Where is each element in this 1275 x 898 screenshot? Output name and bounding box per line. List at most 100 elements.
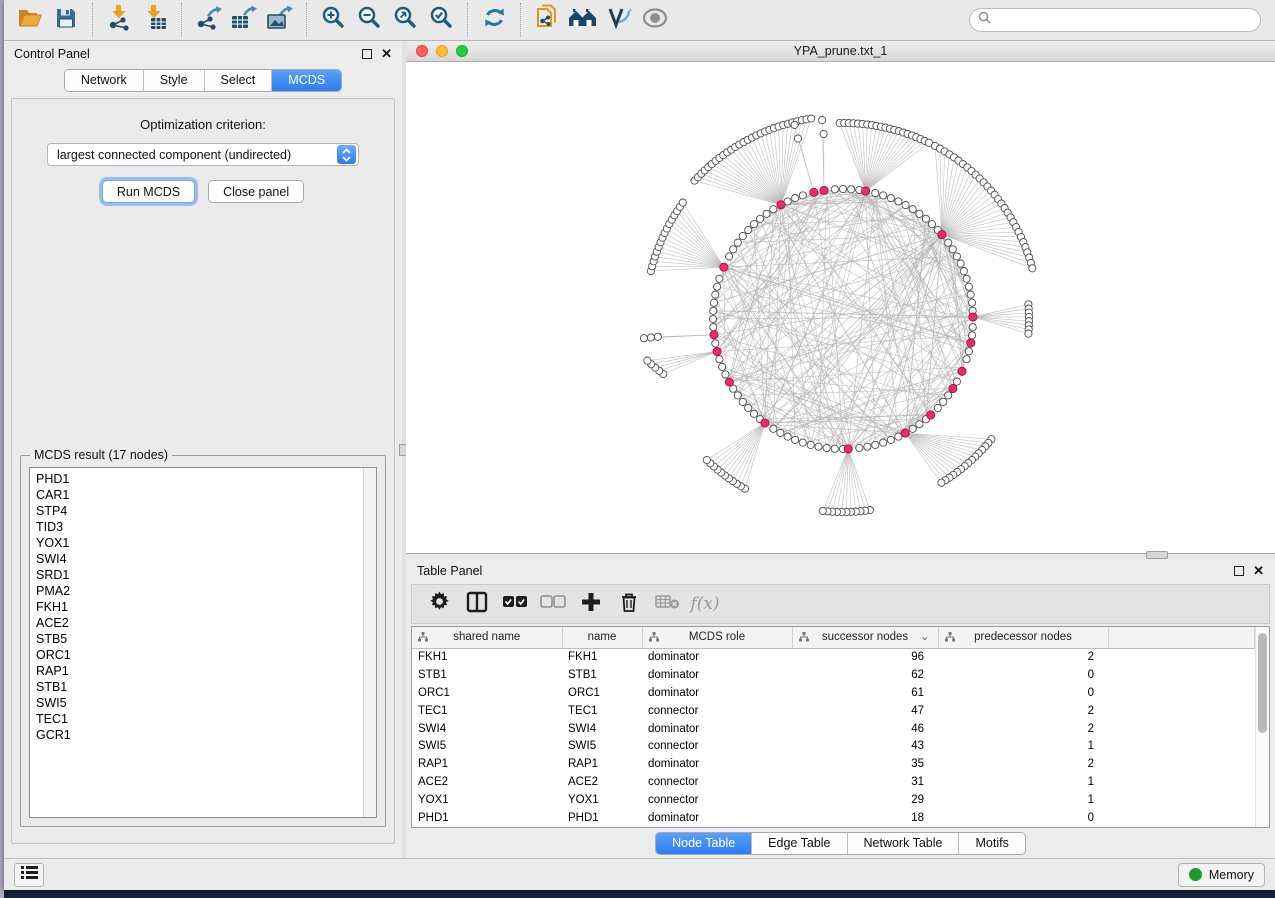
deselect-all-button[interactable]	[536, 588, 570, 620]
table-scrollbar-thumb[interactable]	[1258, 633, 1267, 733]
table-cell[interactable]: 43	[792, 737, 938, 755]
table-cell[interactable]: ORC1	[412, 684, 562, 702]
table-cell[interactable]: 2	[938, 755, 1108, 773]
mcds-result-item[interactable]: SWI5	[36, 695, 363, 711]
mcds-result-item[interactable]: RAP1	[36, 663, 363, 679]
function-builder-button[interactable]: f(x)	[688, 588, 722, 620]
table-cell[interactable]: FKH1	[562, 648, 642, 666]
mcds-result-item[interactable]: ACE2	[36, 615, 363, 631]
col-name[interactable]: name	[562, 627, 642, 648]
mcds-result-item[interactable]: TEC1	[36, 711, 363, 727]
col-predecessor-nodes[interactable]: predecessor nodes	[938, 627, 1108, 648]
table-cell[interactable]: 61	[792, 684, 938, 702]
run-mcds-button[interactable]: Run MCDS	[102, 180, 195, 203]
tab-network-table[interactable]: Network Table	[848, 833, 960, 854]
table-cell[interactable]: 2	[938, 720, 1108, 738]
close-table-panel-icon[interactable]: ✕	[1253, 566, 1264, 576]
tab-network[interactable]: Network	[65, 70, 144, 91]
table-cell[interactable]: SWI5	[562, 737, 642, 755]
table-cell[interactable]: connector	[642, 773, 792, 791]
table-cell[interactable]: RAP1	[412, 755, 562, 773]
table-row[interactable]: YOX1YOX1connector291	[412, 791, 1255, 809]
import-network-button[interactable]	[101, 3, 137, 37]
table-row[interactable]: RAP1RAP1dominator352	[412, 755, 1255, 773]
open-file-button[interactable]	[12, 3, 48, 37]
table-cell[interactable]: 62	[792, 666, 938, 684]
table-cell[interactable]: dominator	[642, 809, 792, 827]
select-all-button[interactable]	[498, 588, 532, 620]
table-cell[interactable]: connector	[642, 737, 792, 755]
float-panel-icon[interactable]	[362, 49, 372, 59]
table-cell[interactable]: 0	[938, 809, 1108, 827]
mcds-result-item[interactable]: SRD1	[36, 567, 363, 583]
memory-button[interactable]: Memory	[1178, 863, 1265, 887]
table-cell[interactable]: YOX1	[562, 791, 642, 809]
table-cell[interactable]: ORC1	[562, 684, 642, 702]
delete-table-button[interactable]	[650, 588, 684, 620]
table-cell[interactable]: dominator	[642, 648, 792, 666]
table-cell[interactable]: STB1	[412, 666, 562, 684]
table-row[interactable]: STB1STB1dominator620	[412, 666, 1255, 684]
tab-mcds[interactable]: MCDS	[272, 70, 341, 91]
tab-node-table[interactable]: Node Table	[656, 833, 752, 854]
table-cell[interactable]: STB1	[562, 666, 642, 684]
zoom-fit-button[interactable]	[387, 3, 423, 37]
table-cell[interactable]: 18	[792, 809, 938, 827]
table-cell[interactable]: ACE2	[562, 773, 642, 791]
table-row[interactable]: ORC1ORC1dominator610	[412, 684, 1255, 702]
mcds-result-item[interactable]: TID3	[36, 519, 363, 535]
table-row[interactable]: TEC1TEC1connector472	[412, 702, 1255, 720]
table-cell[interactable]: 1	[938, 737, 1108, 755]
zoom-out-button[interactable]	[351, 3, 387, 37]
mcds-result-item[interactable]: GCR1	[36, 727, 363, 743]
table-cell[interactable]: dominator	[642, 720, 792, 738]
mcds-result-item[interactable]: PMA2	[36, 583, 363, 599]
table-cell[interactable]: 29	[792, 791, 938, 809]
table-cell[interactable]: 46	[792, 720, 938, 738]
table-cell[interactable]: ACE2	[412, 773, 562, 791]
show-columns-button[interactable]	[460, 588, 494, 620]
mcds-list-scrollbar[interactable]	[363, 468, 376, 817]
tab-style[interactable]: Style	[144, 70, 205, 91]
table-cell[interactable]: PHD1	[412, 809, 562, 827]
table-row[interactable]: PHD1PHD1dominator180	[412, 809, 1255, 827]
optimization-criterion-select[interactable]: largest connected component (undirected)	[47, 143, 359, 166]
col-mcds-role[interactable]: MCDS role	[642, 627, 792, 648]
table-row[interactable]: SWI4SWI4dominator462	[412, 720, 1255, 738]
mcds-result-item[interactable]: PHD1	[36, 471, 363, 487]
network-home-button[interactable]	[565, 3, 601, 37]
table-cell[interactable]: 96	[792, 648, 938, 666]
mcds-result-item[interactable]: FKH1	[36, 599, 363, 615]
table-cell[interactable]: 1	[938, 773, 1108, 791]
table-cell[interactable]: FKH1	[412, 648, 562, 666]
mcds-result-item[interactable]: STB1	[36, 679, 363, 695]
zoom-in-button[interactable]	[315, 3, 351, 37]
mcds-result-item[interactable]: STB5	[36, 631, 363, 647]
table-cell[interactable]: PHD1	[562, 809, 642, 827]
table-cell[interactable]: YOX1	[412, 791, 562, 809]
close-panel-icon[interactable]: ✕	[381, 49, 392, 59]
table-cell[interactable]: 47	[792, 702, 938, 720]
mcds-result-item[interactable]: SWI4	[36, 551, 363, 567]
table-cell[interactable]: connector	[642, 702, 792, 720]
show-annotations-button[interactable]	[637, 3, 673, 37]
table-cell[interactable]: RAP1	[562, 755, 642, 773]
table-cell[interactable]: 35	[792, 755, 938, 773]
add-column-button[interactable]	[574, 588, 608, 620]
tab-edge-table[interactable]: Edge Table	[752, 833, 847, 854]
mcds-result-item[interactable]: ORC1	[36, 647, 363, 663]
export-network-button[interactable]	[190, 3, 226, 37]
table-cell[interactable]: dominator	[642, 755, 792, 773]
col-successor-nodes[interactable]: successor nodes⌄	[792, 627, 938, 648]
search-input[interactable]	[996, 13, 1252, 27]
table-row[interactable]: FKH1FKH1dominator962	[412, 648, 1255, 666]
mcds-result-list[interactable]: PHD1CAR1STP4TID3YOX1SWI4SRD1PMA2FKH1ACE2…	[30, 468, 363, 817]
network-canvas[interactable]	[406, 62, 1275, 553]
table-cell[interactable]: 2	[938, 648, 1108, 666]
export-table-button[interactable]	[226, 3, 262, 37]
mcds-result-item[interactable]: YOX1	[36, 535, 363, 551]
table-cell[interactable]: dominator	[642, 666, 792, 684]
import-table-button[interactable]	[137, 3, 173, 37]
chevron-down-icon[interactable]: ⌄	[920, 630, 929, 643]
table-cell[interactable]: connector	[642, 791, 792, 809]
